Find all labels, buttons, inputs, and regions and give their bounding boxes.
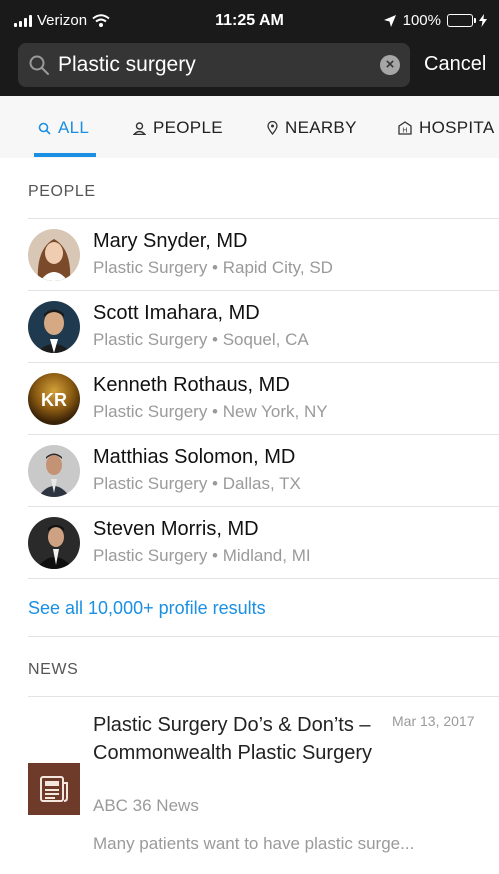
news-section-heading: NEWS [28,661,79,678]
person-name: Mary Snyder, MD [93,230,248,252]
battery-percent: 100% [402,12,441,29]
top-bar: Verizon 11:25 AM 100% × Cancel [0,0,499,96]
divider [28,578,499,579]
news-title: Plastic Surgery Do’s & Don’ts – Commonwe… [93,714,372,764]
tab-hospitals[interactable]: H HOSPITA [398,118,494,138]
people-section-heading: PEOPLE [28,183,96,200]
news-snippet: Many patients want to have plastic surge… [93,834,415,853]
avatar [28,445,80,497]
avatar [28,301,80,353]
list-item-person[interactable]: KR Kenneth Rothaus, MD Plastic Surgery •… [0,363,499,435]
list-item-person[interactable]: Matthias Solomon, MD Plastic Surgery • D… [0,435,499,507]
person-subtitle: Plastic Surgery • Soquel, CA [93,330,309,349]
search-input[interactable] [58,49,378,81]
avatar-initials: KR [41,390,67,410]
news-date: Mar 13, 2017 [392,713,475,729]
news-thumbnail [28,763,80,815]
hospital-icon: H [398,121,412,135]
person-name: Scott Imahara, MD [93,302,260,324]
svg-text:H: H [402,128,407,135]
avatar [28,229,80,281]
charging-bolt-icon [479,14,487,27]
cancel-button[interactable]: Cancel [424,53,486,76]
divider [28,636,499,637]
search-icon [29,55,49,75]
search-icon [38,122,51,135]
status-right: 100% [383,12,487,29]
tab-nearby-label: NEARBY [285,118,357,137]
news-source: ABC 36 News [93,796,199,815]
newspaper-icon [40,776,68,802]
list-item-person[interactable]: Scott Imahara, MD Plastic Surgery • Soqu… [0,291,499,363]
avatar [28,517,80,569]
list-item-person[interactable]: Mary Snyder, MD Plastic Surgery • Rapid … [0,219,499,291]
person-name: Steven Morris, MD [93,518,259,540]
clear-search-icon[interactable]: × [380,55,400,75]
tab-hospitals-label: HOSPITA [419,118,495,137]
active-tab-indicator [34,153,96,157]
tab-all[interactable]: ALL [38,118,89,138]
tab-all-label: ALL [58,118,90,137]
divider [28,696,499,697]
filter-tabs: ALL PEOPLE NEARBY H HOSPITA [0,96,499,158]
person-icon [133,121,146,135]
person-subtitle: Plastic Surgery • New York, NY [93,402,328,421]
tab-people[interactable]: PEOPLE [133,118,223,138]
tab-nearby[interactable]: NEARBY [267,118,357,138]
battery-icon [447,14,476,27]
person-subtitle: Plastic Surgery • Rapid City, SD [93,258,333,277]
tab-people-label: PEOPLE [153,118,223,137]
avatar: KR [28,373,80,425]
person-subtitle: Plastic Surgery • Midland, MI [93,546,311,565]
list-item-person[interactable]: Steven Morris, MD Plastic Surgery • Midl… [0,507,499,579]
location-pin-icon [267,121,278,135]
see-all-profiles-link[interactable]: See all 10,000+ profile results [28,598,266,619]
status-bar: Verizon 11:25 AM 100% [0,0,499,40]
person-name: Matthias Solomon, MD [93,446,296,468]
search-field[interactable]: × [18,43,410,87]
person-name: Kenneth Rothaus, MD [93,374,290,396]
person-subtitle: Plastic Surgery • Dallas, TX [93,474,301,493]
location-arrow-icon [383,14,396,27]
